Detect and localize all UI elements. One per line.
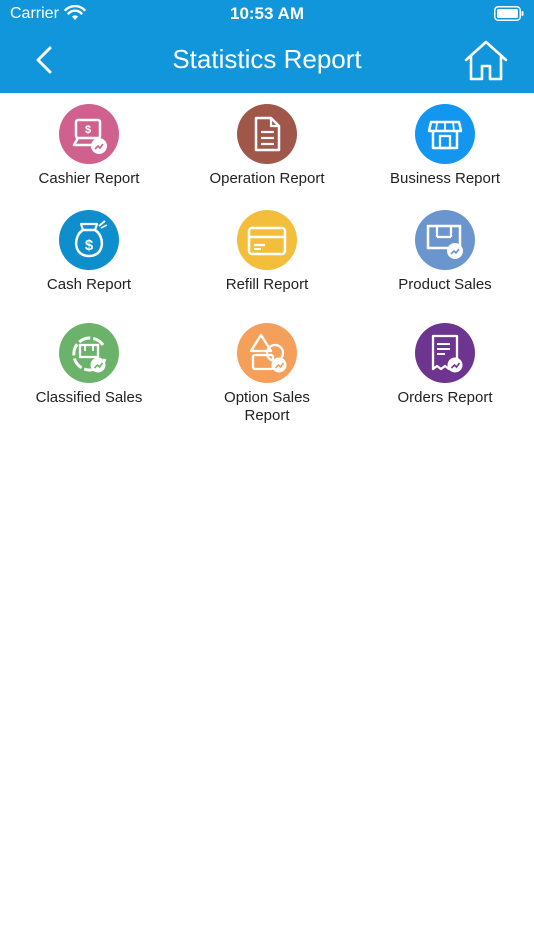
- report-item-label: Operation Report: [209, 170, 325, 187]
- report-item-cash[interactable]: $ Cash Report: [0, 210, 178, 294]
- home-button[interactable]: [462, 38, 510, 82]
- report-item-orders[interactable]: Orders Report: [356, 323, 534, 407]
- svg-text:$: $: [85, 237, 94, 254]
- report-item-refill[interactable]: Refill Report: [178, 210, 356, 294]
- clock-time: 10:53 AM: [229, 4, 304, 23]
- business-report-icon: [415, 104, 475, 164]
- battery-icon: [494, 6, 524, 21]
- product-sales-icon: [415, 210, 475, 270]
- report-item-label-line2: Report: [244, 407, 290, 424]
- classified-sales-icon: [59, 323, 119, 383]
- report-item-classified[interactable]: Classified Sales: [0, 323, 178, 407]
- report-item-operation[interactable]: Operation Report: [178, 104, 356, 188]
- report-item-label: Cash Report: [46, 276, 132, 293]
- orders-report-icon: [415, 323, 475, 383]
- report-item-label: Refill Report: [225, 276, 309, 293]
- report-item-product[interactable]: Product Sales: [356, 210, 534, 294]
- page-title: Statistics Report: [172, 44, 362, 74]
- home-icon: [464, 40, 508, 81]
- report-item-option-sales[interactable]: Option Sales Report: [178, 323, 356, 425]
- report-item-label: Orders Report: [397, 389, 493, 406]
- status-bar: Carrier 10:53 AM: [0, 0, 534, 30]
- report-item-cashier[interactable]: $ Cashier Report: [0, 104, 178, 188]
- report-item-label-line1: Option Sales: [224, 389, 310, 406]
- report-item-label: Classified Sales: [35, 389, 143, 406]
- top-bar: Carrier 10:53 AM Statistics Report: [0, 0, 534, 93]
- svg-text:$: $: [85, 124, 91, 136]
- refill-report-icon: [237, 210, 297, 270]
- report-item-label: Business Report: [389, 170, 501, 187]
- cashier-report-icon: $: [59, 104, 119, 164]
- cash-report-icon: $: [59, 210, 119, 270]
- operation-report-icon: [237, 104, 297, 164]
- navigation-bar: Statistics Report: [0, 30, 534, 93]
- report-item-business[interactable]: Business Report: [356, 104, 534, 188]
- report-item-label: Cashier Report: [38, 170, 140, 187]
- report-item-label: Product Sales: [398, 276, 492, 293]
- report-item-label: Option Sales Report: [178, 389, 356, 425]
- option-sales-report-icon: [237, 323, 297, 383]
